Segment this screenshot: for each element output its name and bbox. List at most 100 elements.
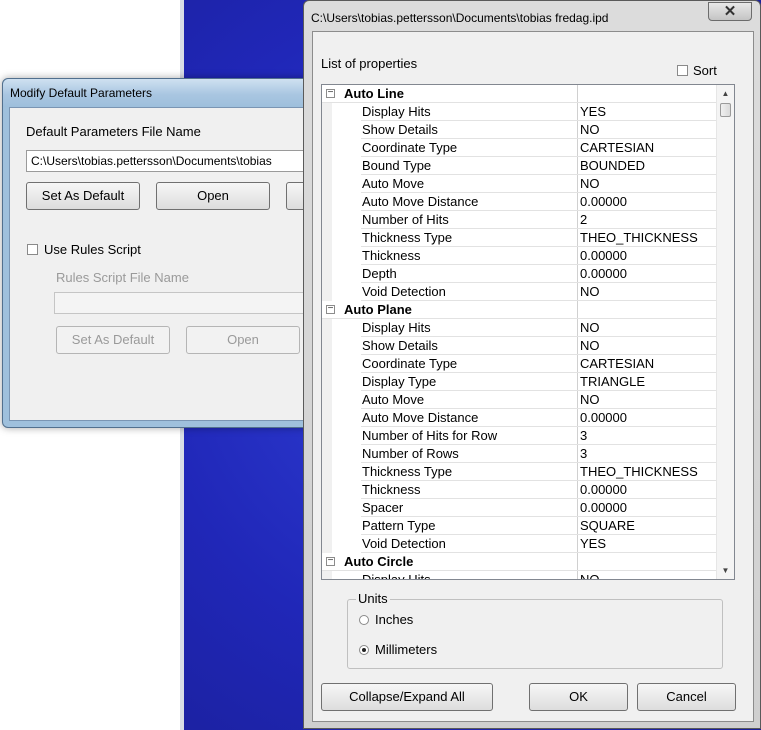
category-value	[577, 85, 719, 103]
property-value[interactable]: 0.00000	[577, 193, 719, 211]
property-row[interactable]: Number of Hits for Row 3	[322, 427, 719, 445]
property-name: Auto Move Distance	[361, 193, 578, 211]
property-row[interactable]: Auto Move Distance 0.00000	[322, 409, 719, 427]
category-row[interactable]: − Auto Circle	[322, 553, 719, 571]
property-value[interactable]: CARTESIAN	[577, 355, 719, 373]
collapse-icon[interactable]: −	[326, 556, 335, 566]
property-row[interactable]: Coordinate Type CARTESIAN	[322, 139, 719, 157]
property-value[interactable]: 2	[577, 211, 719, 229]
vertical-scrollbar[interactable]: ▲ ▼	[716, 85, 734, 579]
property-row[interactable]: Display Hits NO	[322, 319, 719, 337]
property-row[interactable]: Thickness Type THEO_THICKNESS	[322, 229, 719, 247]
property-value[interactable]: 0.00000	[577, 247, 719, 265]
property-row[interactable]: Thickness Type THEO_THICKNESS	[322, 463, 719, 481]
property-value[interactable]: NO	[577, 175, 719, 193]
modify-default-parameters-dialog: Modify Default Parameters Default Parame…	[2, 78, 356, 428]
property-value[interactable]: NO	[577, 391, 719, 409]
property-value[interactable]: THEO_THICKNESS	[577, 463, 719, 481]
property-name: Number of Hits for Row	[361, 427, 578, 445]
scroll-thumb[interactable]	[720, 103, 731, 117]
dialog-body: List of properties Sort − Auto Line Displa…	[312, 31, 754, 722]
cancel-button[interactable]: Cancel	[637, 683, 736, 711]
category-value	[577, 553, 719, 571]
property-value[interactable]: 0.00000	[577, 499, 719, 517]
property-row[interactable]: Bound Type BOUNDED	[322, 157, 719, 175]
inches-radio[interactable]	[359, 615, 369, 625]
property-name: Display Hits	[361, 571, 578, 579]
rules-open-button[interactable]: Open	[186, 326, 300, 354]
sort-checkbox[interactable]	[677, 65, 688, 76]
property-name: Void Detection	[361, 535, 578, 553]
property-value[interactable]: SQUARE	[577, 517, 719, 535]
collapse-icon[interactable]: −	[326, 88, 335, 98]
set-as-default-button[interactable]: Set As Default	[26, 182, 140, 210]
property-value[interactable]: THEO_THICKNESS	[577, 229, 719, 247]
property-value[interactable]: NO	[577, 319, 719, 337]
property-row[interactable]: Show Details NO	[322, 121, 719, 139]
property-name: Thickness Type	[361, 463, 578, 481]
rules-set-as-default-button[interactable]: Set As Default	[56, 326, 170, 354]
property-row[interactable]: Auto Move Distance 0.00000	[322, 193, 719, 211]
property-name: Show Details	[361, 121, 578, 139]
property-row[interactable]: Number of Rows 3	[322, 445, 719, 463]
property-row[interactable]: Display Type TRIANGLE	[322, 373, 719, 391]
category-value	[577, 301, 719, 319]
property-value[interactable]: 3	[577, 445, 719, 463]
property-name: Coordinate Type	[361, 355, 578, 373]
units-group: Units Inches Millimeters	[347, 591, 723, 669]
dialog-title: C:\Users\tobias.pettersson\Documents\tob…	[311, 11, 609, 25]
property-row[interactable]: Void Detection YES	[322, 535, 719, 553]
scroll-up-icon[interactable]: ▲	[717, 85, 734, 102]
property-name: Display Type	[361, 373, 578, 391]
ok-button[interactable]: OK	[529, 683, 628, 711]
category-row[interactable]: − Auto Line	[322, 85, 719, 103]
property-name: Auto Move	[361, 175, 578, 193]
property-value[interactable]: YES	[577, 535, 719, 553]
close-icon[interactable]: ✕	[708, 2, 752, 21]
property-row[interactable]: Show Details NO	[322, 337, 719, 355]
dialog-title-bar[interactable]: Modify Default Parameters	[3, 79, 343, 107]
open-button[interactable]: Open	[156, 182, 270, 210]
property-value[interactable]: NO	[577, 337, 719, 355]
category-name: Auto Line	[343, 85, 578, 103]
property-row[interactable]: Number of Hits 2	[322, 211, 719, 229]
collapse-expand-all-button[interactable]: Collapse/Expand All	[321, 683, 493, 711]
use-rules-script-checkbox[interactable]	[27, 244, 38, 255]
property-name: Void Detection	[361, 283, 578, 301]
collapse-icon[interactable]: −	[326, 304, 335, 314]
property-grid[interactable]: − Auto Line Display Hits YES Show Details NO C…	[321, 84, 735, 580]
property-value[interactable]: NO	[577, 121, 719, 139]
property-value[interactable]: BOUNDED	[577, 157, 719, 175]
property-value[interactable]: 0.00000	[577, 265, 719, 283]
scroll-down-icon[interactable]: ▼	[717, 562, 734, 579]
property-row[interactable]: Display Hits YES	[322, 103, 719, 121]
property-value[interactable]: TRIANGLE	[577, 373, 719, 391]
category-name: Auto Plane	[343, 301, 578, 319]
property-value[interactable]: 0.00000	[577, 409, 719, 427]
property-row[interactable]: Thickness 0.00000	[322, 481, 719, 499]
property-value[interactable]: 3	[577, 427, 719, 445]
default-file-label: Default Parameters File Name	[26, 124, 201, 139]
property-row[interactable]: Pattern Type SQUARE	[322, 517, 719, 535]
property-value[interactable]: 0.00000	[577, 481, 719, 499]
property-row[interactable]: Auto Move NO	[322, 391, 719, 409]
property-value[interactable]: YES	[577, 103, 719, 121]
use-rules-script-label: Use Rules Script	[44, 242, 141, 257]
property-row[interactable]: Void Detection NO	[322, 283, 719, 301]
property-row[interactable]: Spacer 0.00000	[322, 499, 719, 517]
property-value[interactable]: NO	[577, 571, 719, 579]
property-name: Spacer	[361, 499, 578, 517]
category-row[interactable]: − Auto Plane	[322, 301, 719, 319]
property-name: Display Hits	[361, 319, 578, 337]
property-name: Display Hits	[361, 103, 578, 121]
property-row[interactable]: Auto Move NO	[322, 175, 719, 193]
property-row[interactable]: Depth 0.00000	[322, 265, 719, 283]
property-name: Auto Move Distance	[361, 409, 578, 427]
millimeters-radio[interactable]	[359, 645, 369, 655]
property-row[interactable]: Display Hits NO	[322, 571, 719, 579]
property-value[interactable]: CARTESIAN	[577, 139, 719, 157]
property-name: Show Details	[361, 337, 578, 355]
property-row[interactable]: Coordinate Type CARTESIAN	[322, 355, 719, 373]
property-value[interactable]: NO	[577, 283, 719, 301]
property-row[interactable]: Thickness 0.00000	[322, 247, 719, 265]
